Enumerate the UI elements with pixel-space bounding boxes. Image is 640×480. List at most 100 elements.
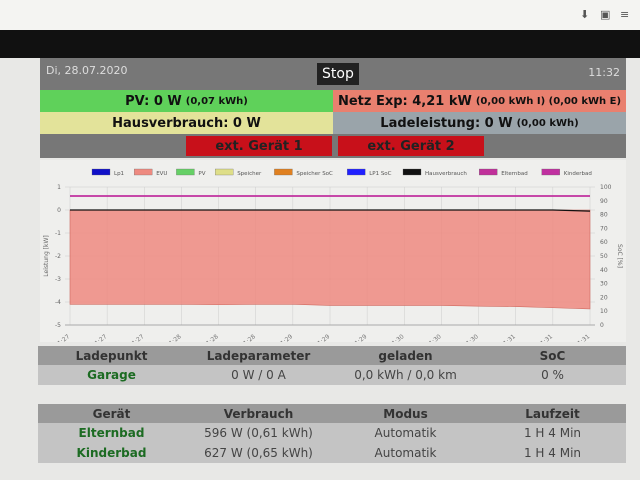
table-row: Garage 0 W / 0 A 0,0 kWh / 0,0 km 0 % xyxy=(38,365,626,385)
col-header: Gerät xyxy=(92,406,131,421)
header-bar: Di, 28.07.2020 Stop 11:32 xyxy=(40,58,626,90)
y2-tick-label: 40 xyxy=(600,267,608,274)
legend-label: Speicher SoC xyxy=(296,171,333,177)
legend-label: Hausverbrauch xyxy=(425,171,467,177)
legend-swatch xyxy=(347,168,366,176)
cell: 627 W (0,65 kWh) xyxy=(204,446,313,460)
power-chart: Lp1 EVU PV Speicher Speicher SoC LP1 SoC Hausv… xyxy=(40,160,626,350)
x-tick-label: 11:30 xyxy=(425,333,443,342)
ext-device-bar: ext. Gerät 1 ext. Gerät 2 xyxy=(40,134,626,158)
y2-tick-label: 20 xyxy=(600,294,608,301)
netz-status: Netz Exp: 4,21 kW (0,00 kWh I) (0,00 kWh … xyxy=(333,90,626,112)
x-tick-label: 11:27 xyxy=(91,333,109,342)
menu-icon[interactable]: ≡ xyxy=(620,8,629,21)
legend-label: Elternbad xyxy=(501,171,528,177)
pv-energy: (0,07 kWh) xyxy=(185,95,248,107)
x-tick-label: 11:28 xyxy=(239,333,257,342)
x-tick-label: 11:29 xyxy=(351,333,369,342)
download-icon[interactable]: ⬇ xyxy=(580,8,589,21)
legend-swatch xyxy=(91,168,111,176)
cell: 0 % xyxy=(541,368,564,382)
legend-swatch xyxy=(176,168,195,176)
y2-tick-label: 90 xyxy=(600,198,608,205)
table-row: Elternbad 596 W (0,61 kWh) Automatik 1 H… xyxy=(38,423,626,443)
chart-svg: Lp1 EVU PV Speicher Speicher SoC LP1 SoC Hausv… xyxy=(43,168,623,350)
y2-tick-label: 100 xyxy=(600,184,612,191)
y-axis-label: Leistung [kW] xyxy=(43,235,50,276)
col-header: Verbrauch xyxy=(223,406,294,421)
legend-label: EVU xyxy=(156,171,167,177)
y2-tick-label: 80 xyxy=(600,212,608,219)
col-header: Ladeparameter xyxy=(206,348,311,363)
ladepunkt-table: Ladepunkt Ladeparameter geladen SoC Gara… xyxy=(38,346,626,385)
clock: 11:32 xyxy=(588,66,620,79)
cell: 1 H 4 Min xyxy=(523,446,582,460)
cell: 596 W (0,61 kWh) xyxy=(204,426,313,440)
ext-device-1-button[interactable]: ext. Gerät 1 xyxy=(186,136,332,156)
cell: 1 H 4 Min xyxy=(523,426,582,440)
geraete-table: Gerät Verbrauch Modus Laufzeit Elternbad… xyxy=(38,404,626,463)
legend-swatch xyxy=(541,168,560,176)
legend-swatch xyxy=(274,168,293,176)
x-tick-label: 11:27 xyxy=(128,333,146,342)
lade-energy: (0,00 kWh) xyxy=(516,117,579,129)
lade-value: Ladeleistung: 0 W xyxy=(380,115,513,131)
y2-tick-label: 30 xyxy=(600,281,608,288)
x-tick-label: 11:28 xyxy=(202,333,220,342)
y-tick-label: 1 xyxy=(57,184,61,191)
dashboard-panel: Di, 28.07.2020 Stop 11:32 PV: 0 W (0,07 k… xyxy=(40,58,626,158)
x-tick-label: 11:31 xyxy=(536,333,554,342)
cell: 0,0 kWh / 0,0 km xyxy=(354,368,457,382)
x-tick-label: 11:31 xyxy=(574,333,592,342)
y2-axis-label: SoC [%] xyxy=(616,244,623,268)
x-tick-label: 11:29 xyxy=(314,333,332,342)
y2-tick-label: 0 xyxy=(600,322,604,329)
legend-label: PV xyxy=(198,171,205,177)
y-tick-label: -5 xyxy=(55,322,61,329)
legend-label: Speicher xyxy=(237,171,262,177)
browser-toolbar: ⬇ ▣ ≡ xyxy=(0,0,640,30)
device-name[interactable]: Kinderbad xyxy=(38,446,185,460)
hausverbrauch-status: Hausverbrauch: 0 W xyxy=(40,112,333,134)
screen-bezel xyxy=(0,30,640,58)
ext-device-2-button[interactable]: ext. Gerät 2 xyxy=(338,136,484,156)
cell: 0 W / 0 A xyxy=(231,368,286,382)
y2-tick-label: 50 xyxy=(600,253,608,260)
stop-button[interactable]: Stop xyxy=(317,63,359,85)
series-evu-area xyxy=(69,209,591,310)
col-header: Ladepunkt xyxy=(75,348,148,363)
y-tick-label: -3 xyxy=(55,276,61,283)
legend-swatch xyxy=(134,168,153,176)
x-tick-label: 11:29 xyxy=(276,333,294,342)
ladepunkt-name[interactable]: Garage xyxy=(38,368,185,382)
cell: Automatik xyxy=(374,446,437,460)
legend-swatch xyxy=(479,168,498,176)
y-tick-label: -1 xyxy=(55,230,61,237)
legend-label: Lp1 xyxy=(114,171,124,177)
device-name[interactable]: Elternbad xyxy=(38,426,185,440)
legend-label: LP1 SoC xyxy=(369,171,391,177)
legend-swatch xyxy=(215,168,234,176)
shield-icon[interactable]: ▣ xyxy=(600,8,610,21)
y2-tick-label: 10 xyxy=(600,308,608,315)
ladeleistung-status: Ladeleistung: 0 W (0,00 kWh) xyxy=(333,112,626,134)
netz-energy: (0,00 kWh I) (0,00 kWh E) xyxy=(475,95,622,107)
legend-label: Kinderbad xyxy=(564,171,592,177)
date: Di, 28.07.2020 xyxy=(46,64,128,77)
col-header: Modus xyxy=(383,406,428,421)
netz-value: Netz Exp: 4,21 kW xyxy=(337,93,472,109)
legend-swatch xyxy=(402,168,422,176)
table-row: Kinderbad 627 W (0,65 kWh) Automatik 1 H… xyxy=(38,443,626,463)
y-tick-label: -2 xyxy=(55,253,61,260)
pv-value: PV: 0 W xyxy=(125,93,182,109)
col-header: Laufzeit xyxy=(525,406,580,421)
pv-status: PV: 0 W (0,07 kWh) xyxy=(40,90,333,112)
x-tick-label: 11:30 xyxy=(462,333,480,342)
y-tick-label: -4 xyxy=(55,299,61,306)
x-tick-label: 11:30 xyxy=(388,333,406,342)
x-tick-label: 11:27 xyxy=(54,333,72,342)
x-tick-label: 11:31 xyxy=(499,333,517,342)
x-tick-label: 11:28 xyxy=(165,333,183,342)
y-tick-label: 0 xyxy=(57,207,61,214)
col-header: SoC xyxy=(539,348,566,363)
